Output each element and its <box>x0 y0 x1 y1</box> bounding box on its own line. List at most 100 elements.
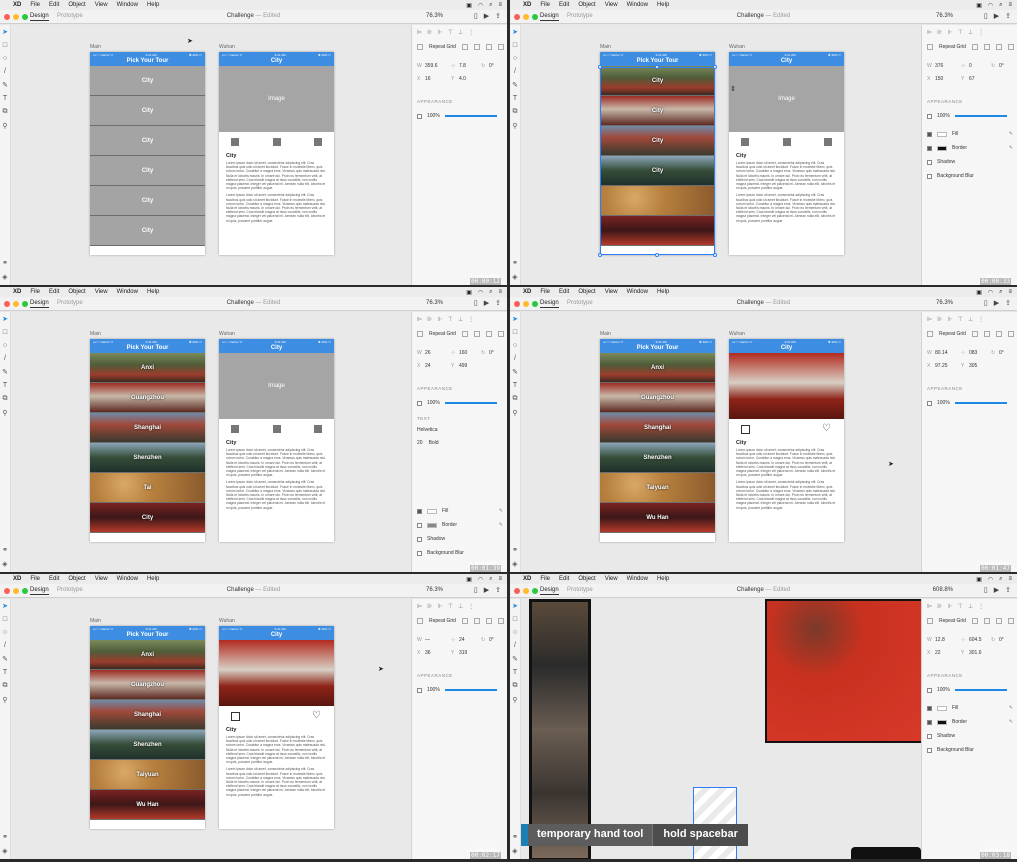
boolean-add-icon[interactable] <box>971 44 978 50</box>
select-tool-icon[interactable]: ➤ <box>512 28 518 36</box>
boolean-subtract-icon[interactable] <box>983 44 990 50</box>
menu-edit[interactable]: Edit <box>559 289 569 295</box>
select-tool-icon[interactable]: ➤ <box>2 602 8 610</box>
list-row[interactable]: City <box>90 503 205 533</box>
menu-app[interactable]: XD <box>523 289 531 295</box>
artboard-tool-icon[interactable]: ⧉ <box>3 682 8 690</box>
shadow-row-checkbox[interactable] <box>927 733 932 739</box>
boolean-exclude-icon[interactable] <box>1007 331 1014 337</box>
boolean-subtract-icon[interactable] <box>983 618 990 624</box>
distribute-icon[interactable]: ⋮ <box>978 29 984 36</box>
line-tool-icon[interactable]: / <box>4 642 6 649</box>
artboard-tool-icon[interactable]: ⧉ <box>513 395 518 403</box>
layers-icon[interactable]: ◈ <box>512 847 518 855</box>
share-icon[interactable]: ⇪ <box>495 299 501 307</box>
list-row[interactable]: Guangzhou <box>600 383 715 413</box>
font-weight-value[interactable]: Bold <box>429 440 439 446</box>
menu-object[interactable]: Object <box>578 289 595 295</box>
list-row[interactable]: City <box>90 216 205 246</box>
search-icon[interactable]: ⌕ <box>999 289 1002 296</box>
nav-title[interactable]: Pick Your Tour <box>90 344 205 353</box>
list-row[interactable]: City <box>90 186 205 216</box>
calendar-icon[interactable] <box>231 712 240 721</box>
align-right-icon[interactable]: ⊩ <box>437 316 442 323</box>
align-left-icon[interactable]: ⊫ <box>417 603 422 610</box>
artboard-detail[interactable]: •••○○ Carrier ᯤ 9:41 AM ✱ 42% ▭ City ♡ City Lo… <box>219 626 334 829</box>
artboard-detail[interactable]: •••○○ Carrier ᯤ 9:41 AM ✱ 42% ▭ City Image Ci… <box>729 52 844 255</box>
repeat-grid-button[interactable]: Repeat Grid <box>429 331 456 337</box>
ellipse-tool-icon[interactable]: ○ <box>513 629 517 636</box>
align-center-icon[interactable]: ⊪ <box>427 316 432 323</box>
rectangle-tool-icon[interactable]: □ <box>513 616 517 623</box>
canvas[interactable]: Main •••○○ Carrier ᯤ 9:41 AM ✱ 42% ▭ Pick Yo… <box>11 599 411 859</box>
device-preview-icon[interactable]: ▯ <box>984 299 988 307</box>
rectangle-tool-icon[interactable]: □ <box>3 42 7 49</box>
distribute-icon[interactable]: ⋮ <box>468 603 474 610</box>
device-preview-icon[interactable]: ▯ <box>474 12 478 20</box>
canvas[interactable]: Main •••○○ Carrier ᯤ 9:41 AM ✱ 42% ▭ Pick Yo… <box>521 25 921 285</box>
play-icon[interactable]: ▶ <box>994 299 999 307</box>
artboard-detail[interactable]: •••○○ Carrier ᯤ 9:41 AM ✱ 42% ▭ City Image Ci… <box>219 52 334 255</box>
menu-file[interactable]: File <box>30 2 40 8</box>
zoom-tool-icon[interactable]: ⚲ <box>2 409 7 417</box>
menu-object[interactable]: Object <box>578 576 595 582</box>
opacity-value[interactable]: 100% <box>427 113 440 119</box>
opacity-slider[interactable] <box>444 689 497 691</box>
repeat-grid-button[interactable]: Repeat Grid <box>939 618 966 624</box>
menu-file[interactable]: File <box>540 2 550 8</box>
play-icon[interactable]: ▶ <box>484 299 489 307</box>
search-icon[interactable]: ⌕ <box>489 289 492 296</box>
blur-row-checkbox[interactable] <box>417 550 422 556</box>
ellipse-tool-icon[interactable]: ○ <box>3 629 7 636</box>
list-row[interactable]: City <box>90 156 205 186</box>
line-tool-icon[interactable]: / <box>514 642 516 649</box>
fill-row-checkbox[interactable] <box>417 508 422 514</box>
layers-icon[interactable]: ◈ <box>512 560 518 568</box>
nav-title[interactable]: City <box>219 344 334 353</box>
align-right-icon[interactable]: ⊩ <box>437 29 442 36</box>
align-middle-icon[interactable]: ⊥ <box>968 29 973 36</box>
artboard-main[interactable]: •••○○ Carrier ᯤ 9:41 AM ✱ 42% ▭ Pick Your T… <box>90 52 205 255</box>
menu-help[interactable]: Help <box>147 2 159 8</box>
repeat-grid-button[interactable]: Repeat Grid <box>429 618 456 624</box>
symbols-icon[interactable]: ⚭ <box>2 259 8 267</box>
artboard-tool-icon[interactable]: ⧉ <box>513 108 518 116</box>
align-middle-icon[interactable]: ⊥ <box>968 316 973 323</box>
border-row-eyedropper-icon[interactable]: ✎ <box>1009 719 1013 725</box>
align-center-icon[interactable]: ⊪ <box>937 316 942 323</box>
fill-row-swatch[interactable] <box>937 131 947 137</box>
align-left-icon[interactable]: ⊫ <box>417 29 422 36</box>
boolean-intersect-icon[interactable] <box>485 618 492 624</box>
menu-object[interactable]: Object <box>68 576 85 582</box>
text-tool-icon[interactable]: T <box>3 669 7 676</box>
pen-tool-icon[interactable]: ✎ <box>512 81 518 89</box>
rectangle-tool-icon[interactable]: □ <box>3 616 7 623</box>
selection-box[interactable] <box>600 67 715 255</box>
list-row[interactable]: Wu Han <box>600 503 715 533</box>
canvas[interactable]: ✋temporary hand toolhold spacebar <box>521 599 921 859</box>
align-left-icon[interactable]: ⊫ <box>927 603 932 610</box>
opacity-slider[interactable] <box>444 115 497 117</box>
menu-edit[interactable]: Edit <box>49 576 59 582</box>
zoom-level[interactable]: 76.3% <box>426 13 443 19</box>
zoom-tool-icon[interactable]: ⚲ <box>2 122 7 130</box>
align-middle-icon[interactable]: ⊥ <box>458 603 463 610</box>
menu-app[interactable]: XD <box>523 576 531 582</box>
blur-row-checkbox[interactable] <box>927 747 932 753</box>
repeat-grid-button[interactable]: Repeat Grid <box>939 331 966 337</box>
selection-handle[interactable] <box>598 253 602 257</box>
selection-handle[interactable] <box>655 65 659 69</box>
rectangle-tool-icon[interactable]: □ <box>513 329 517 336</box>
boolean-intersect-icon[interactable] <box>995 618 1002 624</box>
width-field[interactable]: 359.6 <box>425 63 451 69</box>
nav-title[interactable]: Pick Your Tour <box>600 344 715 353</box>
zoom-tool-icon[interactable]: ⚲ <box>2 696 7 704</box>
share-icon[interactable]: ⇪ <box>495 12 501 20</box>
align-center-icon[interactable]: ⊪ <box>427 29 432 36</box>
opacity-slider[interactable] <box>954 402 1007 404</box>
rotation-field[interactable]: 0° <box>489 637 503 643</box>
list-row[interactable]: Guangzhou <box>90 383 205 413</box>
menu-edit[interactable]: Edit <box>49 2 59 8</box>
width-field[interactable]: 12.8 <box>935 637 961 643</box>
line-tool-icon[interactable]: / <box>514 355 516 362</box>
